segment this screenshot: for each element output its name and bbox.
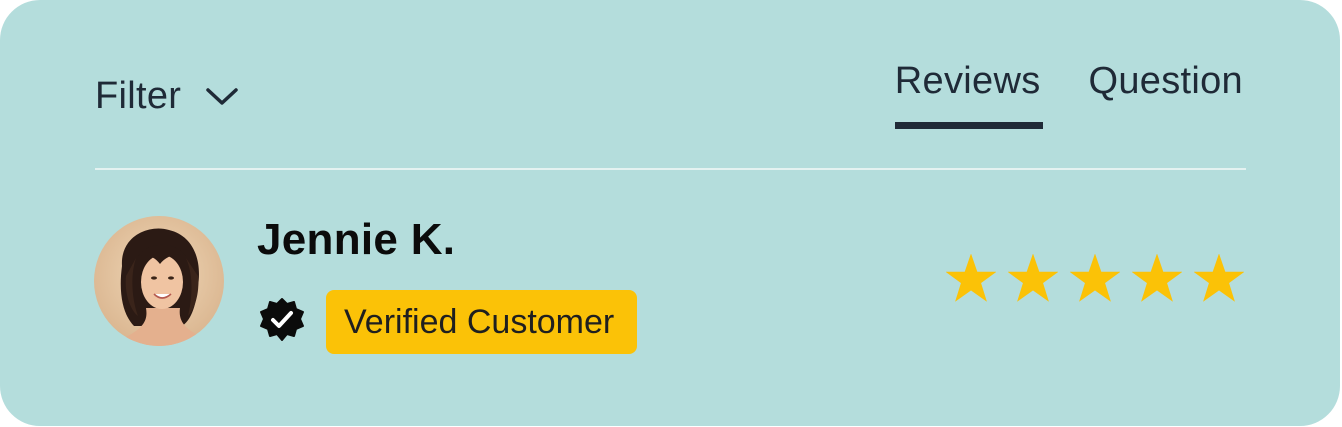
tab-question[interactable]: Question [1089,60,1244,129]
tab-bar: Reviews Question [894,60,1244,129]
review-card: Filter Reviews Question Jennie K. Verifi… [0,0,1340,426]
star-icon [1132,254,1182,302]
filter-label: Filter [95,74,182,117]
star-icon [1070,254,1120,302]
filter-dropdown[interactable]: Filter [95,72,241,120]
tab-reviews[interactable]: Reviews [894,60,1043,129]
star-icon [946,254,996,302]
avatar [94,216,224,346]
divider [95,168,1246,170]
chevron-down-icon [205,84,241,108]
verified-check-icon [259,297,305,343]
star-icon [1008,254,1058,302]
verified-customer-badge: Verified Customer [326,290,638,354]
star-icon [1194,254,1244,302]
reviewer-name: Jennie K. [257,215,456,264]
star-rating [946,254,1244,304]
